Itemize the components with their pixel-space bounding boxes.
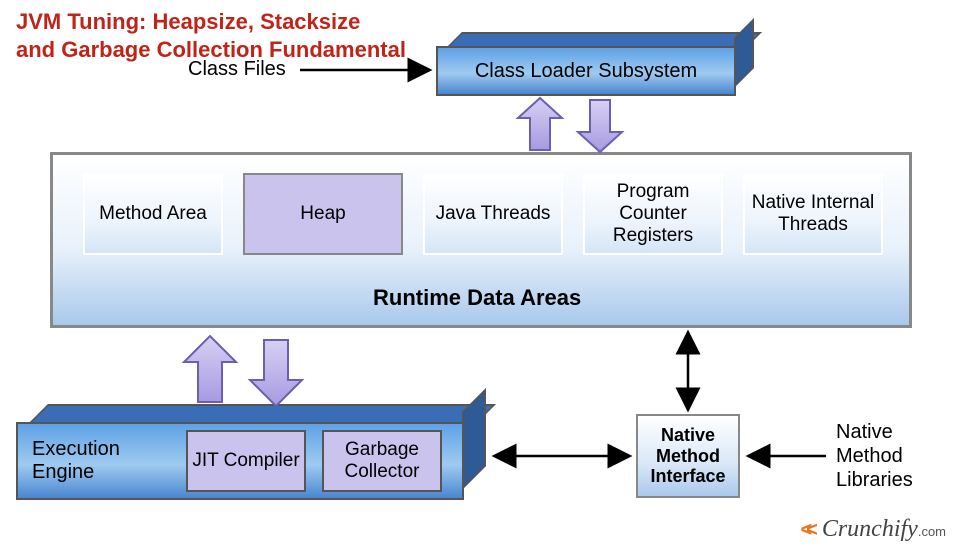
logo-brand: Crunchify [822, 516, 918, 542]
rda-java-threads: Java Threads [423, 173, 563, 255]
runtime-data-areas-panel: Method Area Heap Java Threads Program Co… [50, 152, 912, 328]
jit-compiler-box: JIT Compiler [186, 430, 306, 492]
nml-text: Native Method Libraries [836, 420, 936, 492]
execution-engine-label: Execution Engine [18, 424, 182, 498]
diagram-title: JVM Tuning: Heapsize, Stacksize and Garb… [16, 8, 406, 63]
rda-pc-registers: Program Counter Registers [583, 173, 723, 255]
class-files-label: Class Files [188, 58, 286, 81]
native-method-interface-box: Native Method Interface [636, 414, 740, 498]
logo-chevron-icon: << [800, 519, 811, 541]
execution-engine-block: Execution Engine JIT Compiler Garbage Co… [16, 404, 486, 504]
rda-method-area: Method Area [83, 173, 223, 255]
rda-native-threads: Native Internal Threads [743, 173, 883, 255]
rda-heap: Heap [243, 173, 403, 255]
rda-title: Runtime Data Areas [373, 285, 581, 311]
class-loader-block: Class Loader Subsystem [436, 32, 756, 102]
class-loader-label: Class Loader Subsystem [438, 48, 734, 94]
logo-suffix: .com [918, 524, 946, 539]
native-method-libraries-label: Native Method Libraries [836, 420, 936, 492]
garbage-collector-box: Garbage Collector [322, 430, 442, 492]
title-line-1: JVM Tuning: Heapsize, Stacksize [16, 9, 360, 34]
crunchify-logo: << Crunchify.com [800, 516, 946, 543]
